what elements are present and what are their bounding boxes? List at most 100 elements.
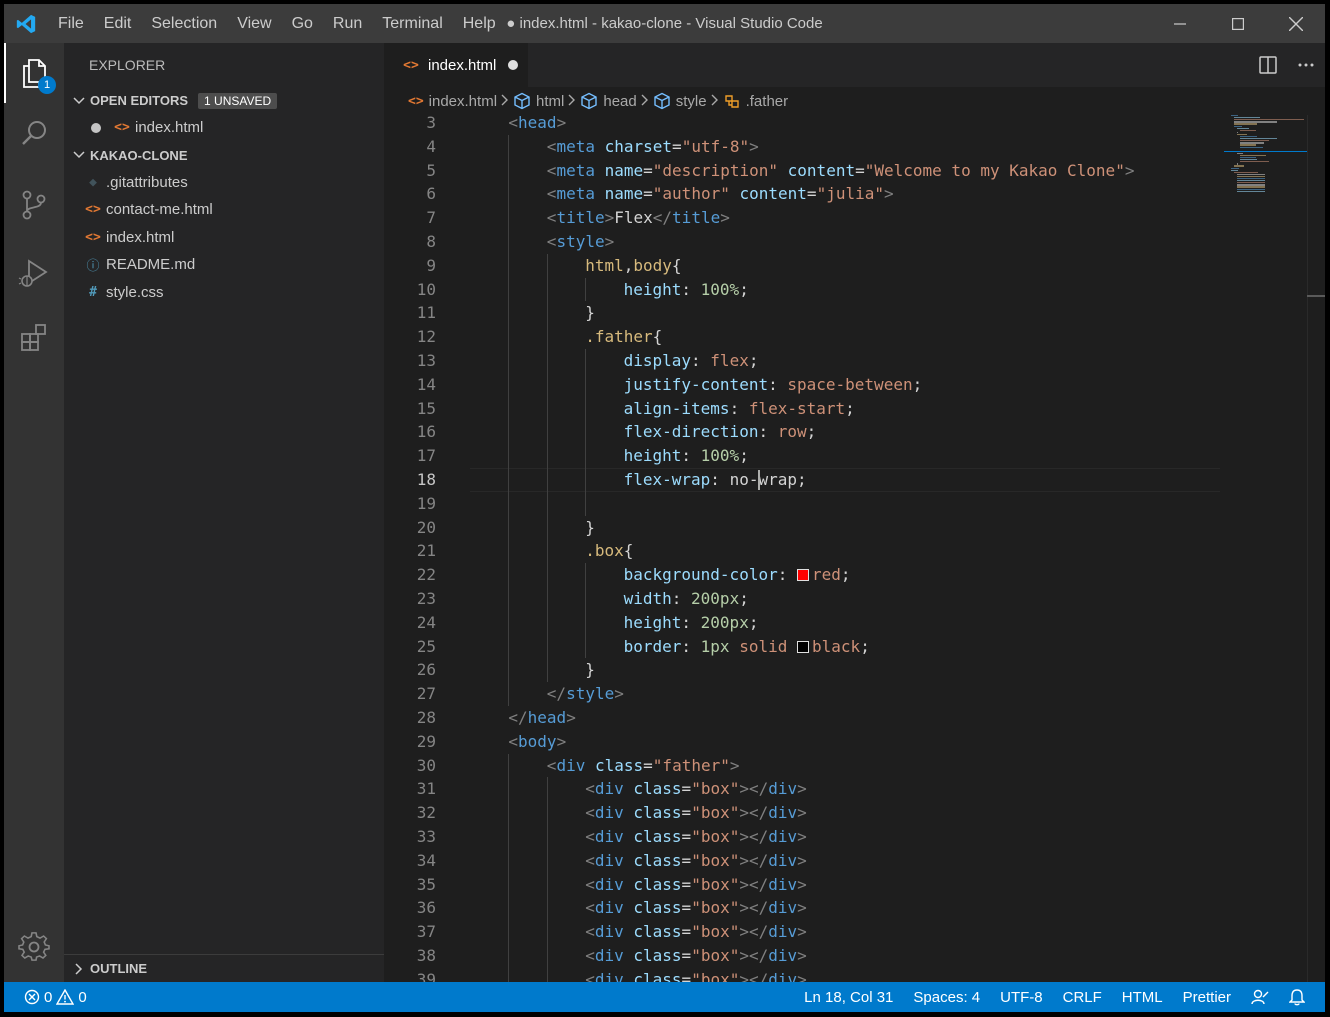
code-token: class	[633, 922, 682, 942]
breadcrumb-item[interactable]: <> index.html	[408, 93, 497, 110]
menu-file[interactable]: File	[48, 4, 94, 43]
manage-settings-button[interactable]	[4, 917, 64, 977]
minimize-button[interactable]	[1151, 4, 1209, 43]
explorer-activity-button[interactable]: 1	[4, 43, 64, 103]
feedback-button[interactable]	[1241, 982, 1279, 1012]
eol-setting[interactable]: CRLF	[1053, 982, 1112, 1012]
code-token: head	[518, 115, 557, 132]
code-line: flex-direction: row;	[624, 420, 817, 444]
outline-section[interactable]: OUTLINE	[64, 954, 384, 982]
color-swatch-icon[interactable]	[797, 640, 810, 653]
code-token: <	[585, 969, 595, 982]
indent-guide	[508, 872, 510, 897]
code-token: =	[681, 874, 692, 894]
indent-guide	[508, 563, 510, 587]
open-editor-item[interactable]: <> index.html	[64, 114, 384, 142]
ellipsis-icon	[1298, 63, 1314, 67]
file-item[interactable]: ◆ .gitattributes	[64, 169, 384, 197]
file-item[interactable]: <> index.html	[64, 224, 384, 252]
unsaved-dot-icon[interactable]	[508, 60, 519, 70]
split-editor-button[interactable]	[1249, 43, 1287, 87]
indent-guide	[508, 944, 510, 968]
explorer-title: EXPLORER	[89, 57, 166, 73]
error-count: 0	[44, 988, 53, 1006]
indent-guide	[508, 825, 510, 849]
more-actions-button[interactable]	[1287, 43, 1325, 87]
source-control-activity-button[interactable]	[4, 175, 64, 235]
file-item[interactable]: <> contact-me.html	[64, 196, 384, 224]
indent-guide	[585, 587, 587, 611]
minimap-slider[interactable]	[1224, 151, 1307, 152]
close-window-button[interactable]	[1267, 4, 1325, 43]
notifications-button[interactable]	[1279, 982, 1315, 1012]
code-line: <title>Flex</title>	[547, 206, 730, 230]
indentation-setting[interactable]: Spaces: 4	[903, 982, 990, 1012]
css-hash-icon: #	[89, 284, 97, 300]
project-section-header[interactable]: KAKAO-CLONE	[64, 142, 384, 169]
menu-go[interactable]: Go	[282, 4, 323, 43]
line-number: 25	[416, 636, 436, 656]
language-mode[interactable]: HTML	[1112, 982, 1173, 1012]
problems-indicator[interactable]: 0 0	[20, 982, 97, 1012]
menu-edit[interactable]: Edit	[94, 4, 142, 43]
code-token: ></	[739, 874, 769, 894]
chevron-right-icon	[641, 93, 649, 109]
indent-guide	[508, 967, 510, 982]
code-token: </	[652, 208, 673, 228]
line-number: 13	[416, 351, 436, 370]
search-activity-button[interactable]	[4, 103, 64, 163]
file-tree: ◆ .gitattributes <> contact-me.html <> index.…	[64, 169, 384, 307]
minimap-line	[1237, 190, 1265, 192]
minimap-line	[1234, 171, 1258, 173]
breadcrumb-item[interactable]: style	[653, 92, 707, 110]
vscode-window: File Edit Selection View Go Run Terminal Help ●…	[4, 4, 1325, 1012]
code-token: <	[546, 160, 557, 180]
code-token: "box"	[691, 827, 740, 846]
breadcrumb-item[interactable]: head	[580, 92, 637, 110]
vertical-scrollbar[interactable]	[1307, 115, 1325, 982]
info-icon: ⓘ	[86, 259, 100, 275]
code-token: row	[777, 422, 807, 442]
code-token: .box	[585, 541, 624, 561]
code-token: ;	[860, 636, 870, 656]
file-item[interactable]: ⓘ README.md	[64, 251, 384, 279]
run-debug-activity-button[interactable]	[4, 243, 64, 303]
encoding-setting[interactable]: UTF-8	[990, 982, 1053, 1012]
code-token: }	[585, 303, 595, 323]
indent-guide	[546, 491, 548, 516]
tab-index-html[interactable]: <> index.html	[384, 43, 528, 87]
code-token: <	[585, 922, 595, 942]
menu-selection[interactable]: Selection	[141, 4, 227, 43]
maximize-button[interactable]	[1209, 4, 1267, 43]
color-swatch-icon[interactable]	[796, 569, 809, 582]
minimap-line	[1237, 182, 1265, 184]
indent-guide	[585, 396, 587, 421]
cursor-position[interactable]: Ln 18, Col 31	[794, 982, 903, 1012]
code-line: height: 100%;	[624, 444, 749, 468]
code-token: div	[594, 779, 624, 799]
extensions-activity-button[interactable]	[4, 307, 64, 367]
line-number: 6	[426, 184, 436, 204]
code-area[interactable]: <head> <meta charset="utf-8"> <meta name="…	[470, 115, 1220, 982]
menu-terminal[interactable]: Terminal	[372, 4, 452, 43]
breadcrumb-item[interactable]: .father	[723, 92, 788, 110]
menu-help[interactable]: Help	[453, 4, 506, 43]
menu-run[interactable]: Run	[323, 4, 372, 43]
prettier-status[interactable]: Prettier	[1173, 982, 1241, 1012]
open-editors-section-header[interactable]: OPEN EDITORS 1 UNSAVED	[64, 87, 384, 114]
code-token: >	[797, 850, 807, 870]
minimap[interactable]	[1224, 115, 1307, 982]
minimap-line	[1237, 133, 1247, 136]
unsaved-dot-icon[interactable]	[91, 122, 101, 133]
file-name: contact-me.html	[106, 201, 213, 219]
breadcrumb: <> index.html html head style .father	[384, 87, 1325, 115]
menu-view[interactable]: View	[227, 4, 281, 43]
indent-guide	[546, 420, 548, 445]
breadcrumb-item[interactable]: html	[513, 92, 564, 110]
line-number-gutter: 3 4 5 6 7 8 9 10 11 12 13 14 15 16 17 18 19 20 21 22 23 24 25 2…	[384, 115, 444, 982]
code-token: "box"	[691, 946, 740, 965]
code-editor[interactable]: 3 4 5 6 7 8 9 10 11 12 13 14 15 16 17 18 19 20 21 22 23 24 25 2…	[384, 115, 1325, 982]
minimap-line	[1237, 184, 1265, 186]
file-item[interactable]: # style.css	[64, 279, 384, 307]
